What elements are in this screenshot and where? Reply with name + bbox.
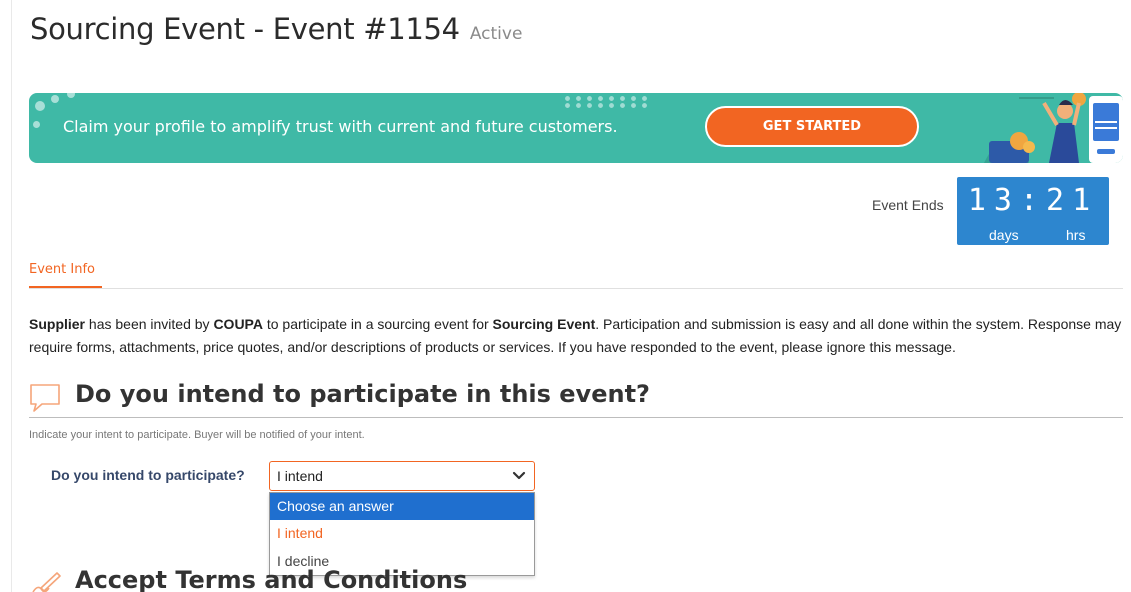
option-i-intend[interactable]: I intend <box>270 520 534 547</box>
countdown-digits: 13:21 <box>957 183 1109 218</box>
countdown-hours-value: 21 <box>1046 183 1099 218</box>
intent-hint: Indicate your intent to participate. Buy… <box>29 429 365 441</box>
tab-event-info[interactable]: Event Info <box>29 262 95 277</box>
status-label: Active <box>469 24 523 44</box>
intro-text-2: to participate in a sourcing event for <box>262 316 493 332</box>
intent-dropdown-list: Choose an answer I intend I decline <box>269 492 535 576</box>
tab-bar-divider <box>29 288 1123 289</box>
intent-question-label: Do you intend to participate? <box>51 467 245 483</box>
countdown-days-value: 13 <box>967 183 1020 218</box>
intent-select[interactable]: I intend <box>269 461 535 491</box>
page-header: Sourcing Event - Event #1154 Active <box>30 12 522 52</box>
terms-section-header: Accept Terms and Conditions <box>29 566 629 592</box>
banner-dot <box>35 101 45 111</box>
countdown-separator: : <box>1019 183 1047 218</box>
intent-section-heading: Do you intend to participate in this eve… <box>75 380 650 408</box>
invitation-text: Supplier has been invited by COUPA to pa… <box>29 313 1129 359</box>
profile-illustration-icon <box>984 93 1123 163</box>
buyer-name: COUPA <box>213 316 263 332</box>
pen-signature-icon <box>32 572 61 592</box>
intro-text-1: has been invited by <box>85 316 214 332</box>
speech-bubble-icon <box>30 384 60 412</box>
countdown-timer: 13:21 days hrs <box>957 177 1109 245</box>
get-started-button[interactable]: GET STARTED <box>705 106 919 147</box>
option-choose-an-answer[interactable]: Choose an answer <box>270 493 534 521</box>
intent-select-value: I intend <box>277 468 323 484</box>
claim-profile-banner: Claim your profile to amplify trust with… <box>29 93 1123 163</box>
event-name: Sourcing Event <box>492 316 596 332</box>
intent-section-header: Do you intend to participate in this eve… <box>29 380 1123 418</box>
countdown-days-unit: days <box>989 227 1019 243</box>
terms-section-heading: Accept Terms and Conditions <box>75 566 468 592</box>
banner-dot <box>67 93 75 98</box>
banner-dot <box>51 95 59 103</box>
supplier-name: Supplier <box>29 316 86 332</box>
banner-message: Claim your profile to amplify trust with… <box>63 117 618 136</box>
banner-dot <box>33 121 40 128</box>
banner-dot-pattern <box>562 95 652 109</box>
chevron-down-icon <box>512 471 526 480</box>
left-rule <box>11 0 12 592</box>
page-title: Sourcing Event - Event #1154 <box>30 12 460 46</box>
countdown-hours-unit: hrs <box>1066 227 1086 243</box>
event-ends-label: Event Ends <box>872 197 944 213</box>
